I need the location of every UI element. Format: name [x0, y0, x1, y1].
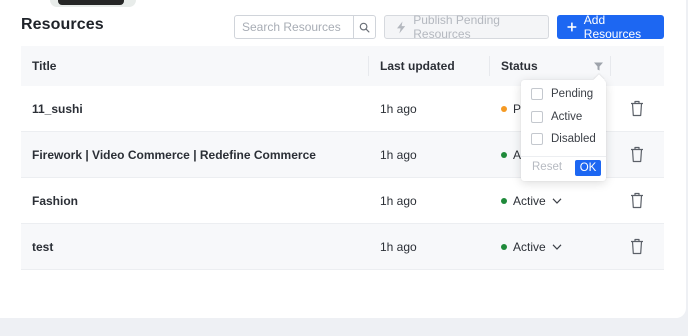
search-input[interactable] — [235, 16, 353, 38]
status-dot — [501, 105, 507, 112]
filter-option-disabled[interactable]: Disabled — [531, 133, 596, 145]
status-dot — [501, 197, 507, 204]
status-dropdown[interactable]: Active — [501, 224, 562, 269]
resource-title[interactable]: Fashion — [32, 178, 78, 223]
resource-title[interactable]: test — [32, 224, 53, 269]
search-icon — [359, 22, 370, 32]
filter-option-label: Active — [551, 111, 583, 123]
trash-icon[interactable] — [630, 100, 644, 117]
trash-icon[interactable] — [630, 238, 644, 255]
last-updated: 1h ago — [380, 239, 417, 254]
last-updated: 1h ago — [380, 147, 417, 162]
search-button[interactable] — [353, 16, 375, 38]
column-title: Title — [32, 59, 57, 73]
checkbox[interactable] — [531, 111, 543, 123]
resource-title[interactable]: Firework | Video Commerce | Redefine Com… — [32, 132, 316, 177]
add-resources-button[interactable]: Add Resources — [557, 13, 664, 41]
checkbox[interactable] — [531, 88, 543, 100]
checkbox[interactable] — [531, 133, 543, 145]
status-dot — [501, 151, 507, 158]
filter-reset-button[interactable]: Reset — [532, 161, 562, 173]
status-dot — [501, 243, 507, 250]
filter-option-pending[interactable]: Pending — [531, 88, 593, 100]
filter-option-label: Pending — [551, 88, 594, 100]
last-updated: 1h ago — [380, 193, 417, 208]
publish-pending-button[interactable]: Publish Pending Resources — [384, 13, 549, 41]
trash-icon[interactable] — [630, 192, 644, 209]
filter-option-label: Disabled — [551, 133, 596, 145]
page-title: Resources — [21, 16, 104, 33]
resource-title[interactable]: 11_sushi — [32, 86, 83, 131]
divider — [521, 156, 606, 157]
resources-panel: Resources Publish Pending Resources Add … — [0, 0, 686, 318]
search-box — [234, 15, 376, 39]
chevron-down-icon — [552, 243, 562, 250]
table-row[interactable]: test 1h ago Active — [21, 224, 664, 270]
status-label: Active — [513, 239, 546, 254]
status-filter-dropdown: Pending Active Disabled Reset OK — [521, 80, 606, 181]
plus-icon — [567, 22, 577, 32]
publish-pending-label: Publish Pending Resources — [413, 13, 500, 41]
column-divider — [368, 56, 369, 76]
trash-icon[interactable] — [630, 146, 644, 163]
status-dropdown[interactable]: Active — [501, 178, 562, 223]
filter-icon — [594, 62, 603, 70]
filter-option-active[interactable]: Active — [531, 111, 582, 123]
preview-thumbnail — [50, 0, 136, 7]
add-resources-label: Add Resources — [583, 13, 642, 41]
column-divider — [489, 56, 490, 76]
chevron-down-icon — [552, 197, 562, 204]
table-row[interactable]: Fashion 1h ago Active — [21, 178, 664, 224]
status-label: Active — [513, 193, 546, 208]
lightning-icon — [397, 21, 406, 33]
filter-ok-button[interactable]: OK — [575, 160, 601, 176]
column-divider — [610, 56, 611, 76]
column-last-updated: Last updated — [380, 59, 455, 73]
last-updated: 1h ago — [380, 101, 417, 116]
